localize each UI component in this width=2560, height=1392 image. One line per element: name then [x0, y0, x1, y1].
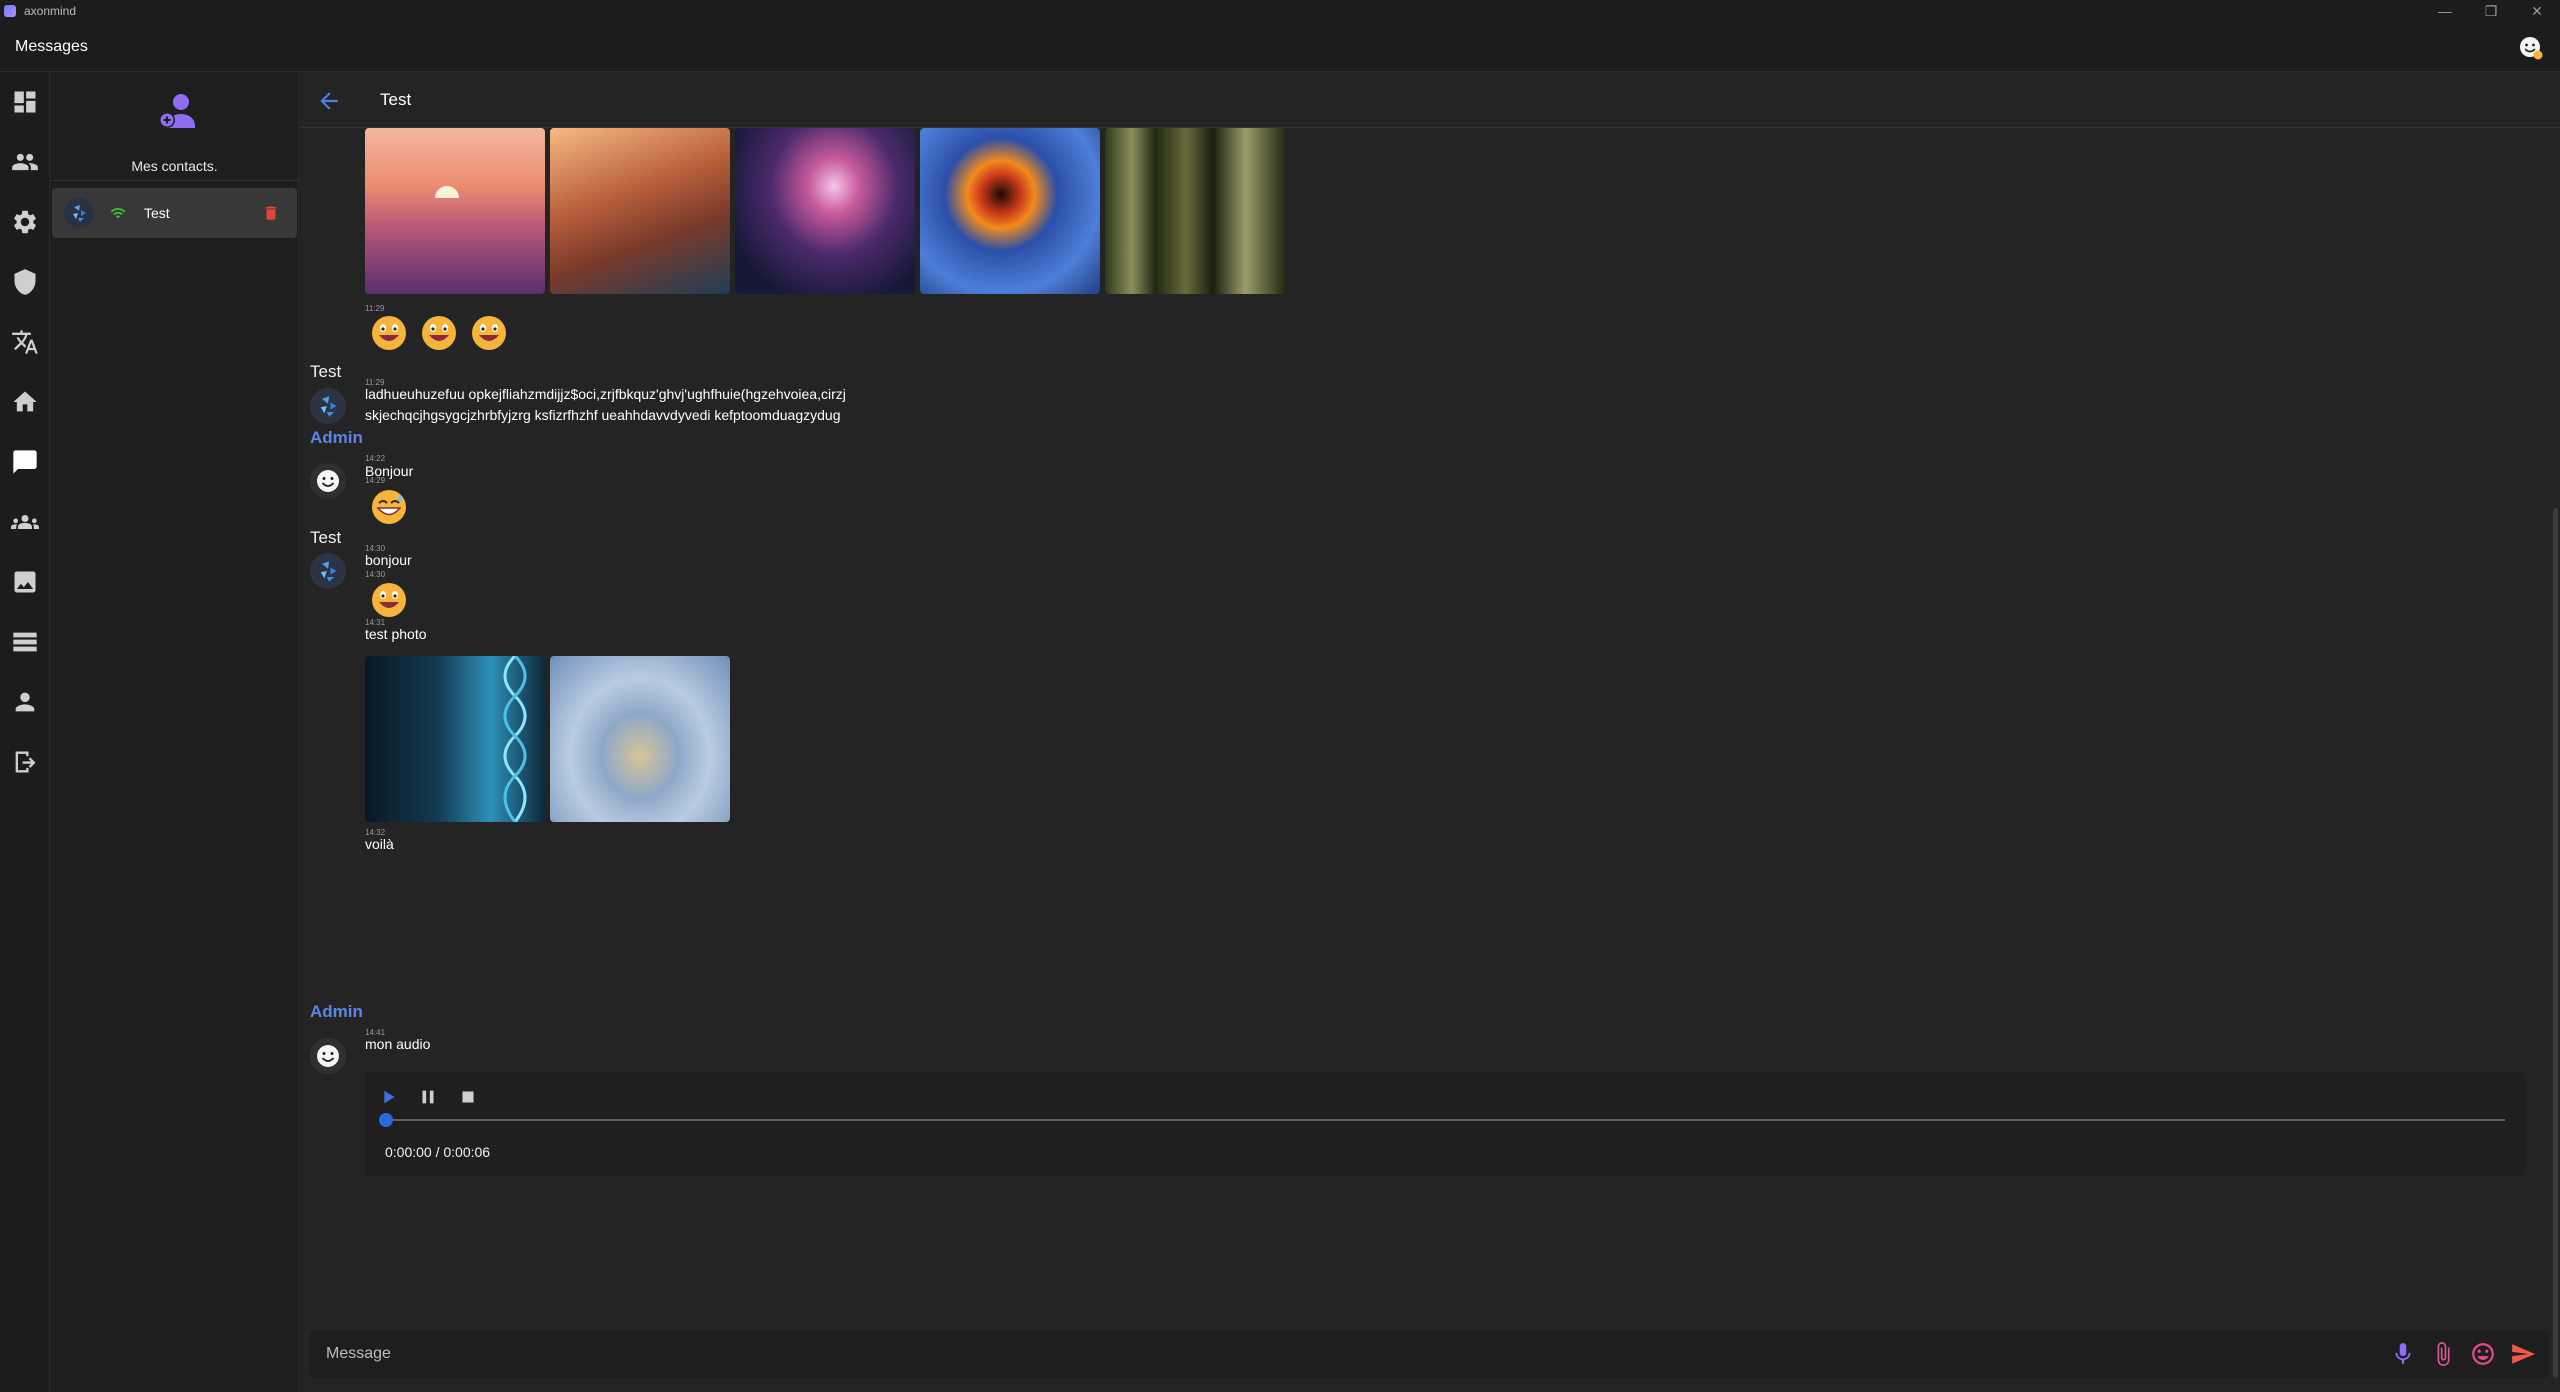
nav-contacts[interactable] [0, 132, 50, 192]
navigation-rail [0, 72, 50, 1392]
emoji-picker-icon[interactable] [2470, 1341, 2496, 1367]
user-avatar-icon[interactable] [2518, 35, 2544, 61]
message-text: bonjour [365, 552, 412, 568]
logout-icon [15, 751, 36, 773]
grinning-emoji-icon [472, 316, 506, 350]
app-logo-icon [4, 5, 16, 17]
message-image[interactable] [550, 656, 730, 822]
contacts-icon [12, 153, 38, 171]
app-bar: Messages [0, 22, 2560, 72]
grinning-emoji-icon [372, 316, 406, 350]
window-controls: — ❐ ✕ [2422, 0, 2560, 22]
nav-gallery[interactable] [0, 552, 50, 612]
nav-groups[interactable] [0, 492, 50, 552]
sender-avatar [310, 1038, 346, 1074]
shield-icon [14, 269, 36, 295]
stop-icon[interactable] [457, 1086, 479, 1108]
chat-panel: Test 11:29 Test 11:29 ladhueuhuzefuu opk… [300, 72, 2560, 1392]
audio-time: 0:00:00 / 0:00:06 [385, 1144, 491, 1160]
pause-icon[interactable] [417, 1086, 439, 1108]
message-image[interactable] [1105, 128, 1285, 294]
sender-avatar [310, 388, 346, 424]
sender-name: Admin [310, 1002, 363, 1021]
smiley-avatar-icon [317, 470, 339, 492]
audio-progress-handle[interactable] [379, 1113, 393, 1127]
dashboard-icon [14, 91, 36, 113]
settings-icon [14, 210, 36, 234]
chat-header: Test [300, 72, 2560, 128]
minimize-button[interactable]: — [2422, 0, 2468, 22]
message-time: 14:29 [365, 476, 386, 485]
sender-name: Test [310, 362, 342, 381]
sender-avatar [310, 553, 346, 589]
message-composer [310, 1330, 2550, 1378]
nav-storage[interactable] [0, 612, 50, 672]
play-icon[interactable] [377, 1086, 399, 1108]
nav-translate[interactable] [0, 312, 50, 372]
message-image[interactable] [920, 128, 1100, 294]
sweat-smile-emoji-icon [372, 490, 406, 524]
smiley-avatar-icon [317, 1045, 339, 1067]
gallery-icon [14, 571, 36, 593]
contact-logo-icon [320, 561, 337, 582]
grinning-emoji-icon [372, 583, 406, 617]
message-text: ladhueuhuzefuu opkejfliahzmdijjz$oci,zrj… [365, 386, 846, 402]
contact-logo-icon [73, 205, 86, 222]
message-list: 11:29 Test 11:29 ladhueuhuzefuu opkejfli… [300, 128, 2560, 1378]
scrollbar[interactable] [2553, 508, 2558, 1378]
dna-image-overlay [503, 656, 527, 822]
close-button[interactable]: ✕ [2514, 0, 2560, 22]
audio-player: 0:00:00 / 0:00:06 [365, 1072, 2525, 1176]
page-title: Messages [15, 37, 88, 55]
message-text: test photo [365, 626, 427, 642]
profile-icon [15, 692, 35, 712]
audio-progress-track[interactable] [385, 1119, 2505, 1121]
wifi-online-icon [110, 207, 126, 219]
chat-icon [13, 450, 37, 474]
sender-avatar [310, 463, 346, 499]
maximize-button[interactable]: ❐ [2468, 0, 2514, 22]
message-image[interactable] [365, 128, 545, 294]
nav-dashboard[interactable] [0, 72, 50, 132]
contacts-title: Mes contacts. [131, 158, 218, 174]
message-time: 14:30 [365, 570, 386, 579]
contact-logo-icon [320, 396, 337, 417]
contact-avatar [64, 198, 94, 228]
divider [50, 180, 299, 181]
send-icon[interactable] [2510, 1341, 2536, 1367]
message-image[interactable] [365, 656, 545, 822]
message-text: voilà [365, 836, 394, 852]
message-time: 11:29 [365, 304, 385, 313]
nav-settings[interactable] [0, 192, 50, 252]
message-image[interactable] [550, 128, 730, 294]
contact-name: Test [144, 205, 170, 221]
nav-home[interactable] [0, 372, 50, 432]
storage-icon [13, 632, 37, 652]
window-titlebar: axonmind — ❐ ✕ [0, 0, 2560, 22]
contact-item[interactable]: Test [52, 188, 297, 238]
message-input[interactable] [326, 1340, 2126, 1368]
nav-logout[interactable] [0, 732, 50, 792]
translate-icon [12, 330, 38, 354]
message-text: skjechqcjhgsygcjzhrbfyjzrg ksfizrfhzhf u… [365, 407, 841, 423]
sender-name: Test [310, 528, 342, 547]
nav-chat[interactable] [0, 432, 50, 492]
attachment-icon[interactable] [2430, 1341, 2456, 1367]
chat-title: Test [380, 90, 412, 109]
groups-icon [11, 515, 39, 529]
message-text: mon audio [365, 1036, 431, 1052]
grinning-emoji-icon [422, 316, 456, 350]
sender-name: Admin [310, 428, 363, 447]
delete-icon[interactable] [262, 204, 280, 222]
contacts-panel: Mes contacts. Test [50, 72, 299, 1392]
microphone-icon[interactable] [2390, 1341, 2416, 1367]
back-arrow-icon[interactable] [316, 88, 342, 114]
nav-security[interactable] [0, 252, 50, 312]
nav-profile[interactable] [0, 672, 50, 732]
home-icon [13, 391, 37, 412]
window-title: axonmind [24, 4, 77, 18]
message-image[interactable] [735, 128, 915, 294]
add-contact-icon[interactable] [155, 90, 199, 134]
